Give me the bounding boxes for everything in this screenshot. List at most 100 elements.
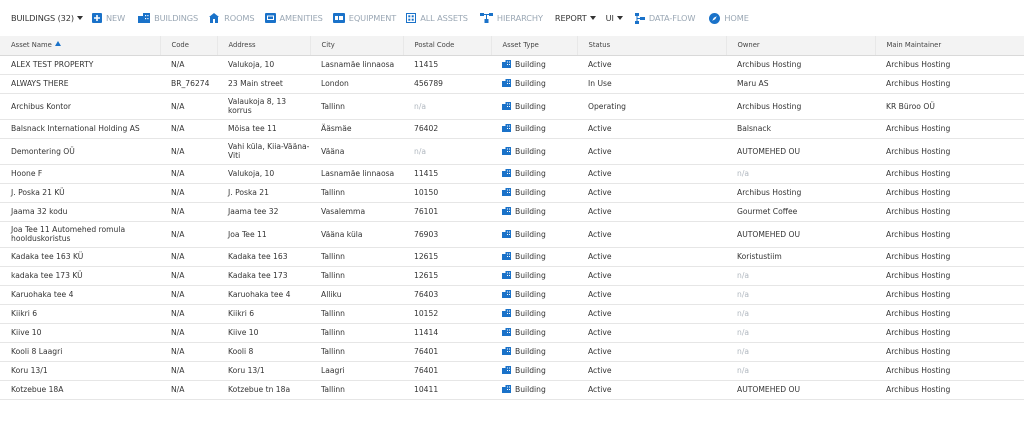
rooms-button[interactable]: ROOMS (208, 9, 255, 27)
amenities-icon (264, 13, 276, 23)
hierarchy-button[interactable]: HIERARCHY (479, 9, 543, 27)
asset-type-label: Building (515, 229, 546, 239)
cell-name: Archibus Kontor (0, 93, 160, 120)
table-row[interactable]: Balsnack International Holding AS N/A Mõis… (0, 119, 1024, 139)
new-button[interactable]: NEW (91, 9, 125, 27)
cell-postal: 10152 (403, 304, 491, 324)
cell-name: Joa Tee 11 Automehed romula hoolduskoris… (0, 221, 160, 248)
buildings-label: BUILDINGS (154, 13, 199, 23)
building-icon (502, 146, 511, 155)
cell-type: Building (491, 183, 577, 203)
cell-postal: 76401 (403, 361, 491, 381)
cell-name: Jaama 32 kodu (0, 202, 160, 222)
cell-code: N/A (160, 221, 217, 248)
table-row[interactable]: J. Poska 21 KÜ N/A J. Poska 21 Tallinn 10150… (0, 183, 1024, 203)
cell-type: Building (491, 138, 577, 165)
cell-address: Joa Tee 11 (217, 221, 310, 248)
table-row[interactable]: Kiive 10 N/A Kiive 10 Tallinn 11414 Building A… (0, 323, 1024, 343)
buildings-button[interactable]: BUILDINGS (138, 9, 198, 27)
hierarchy-icon (479, 13, 493, 23)
asset-type-label: Building (515, 60, 546, 69)
column-header-postal-code[interactable]: Postal Code (403, 36, 492, 56)
column-header-status[interactable]: Status (577, 36, 727, 56)
table-row[interactable]: Kadaka tee 163 KÜ N/A Kadaka tee 163 Tallin… (0, 247, 1024, 267)
cell-address: Valaukoja 8, 13 korrus (217, 93, 310, 120)
report-dropdown[interactable]: REPORT (555, 9, 596, 27)
table-row[interactable]: Kotzebue 18A N/A Kotzebue tn 18a Tallinn 104… (0, 380, 1024, 400)
column-header-code[interactable]: Code (160, 36, 218, 56)
cell-status: Active (577, 266, 726, 286)
cell-address: Vahi küla, Kiia-Vääna-Viti (217, 138, 310, 165)
cell-owner: Archibus Hosting (726, 183, 875, 203)
cell-maintainer: Archibus Hosting (875, 361, 1024, 381)
equipment-button[interactable]: EQUIPMENT (332, 9, 396, 27)
building-icon (502, 290, 511, 298)
column-header-address[interactable]: Address (217, 36, 311, 56)
table-row[interactable]: kadaka tee 173 KÜ N/A Kadaka tee 173 Tallin… (0, 266, 1024, 286)
home-button[interactable]: HOME (709, 9, 749, 27)
cell-address: Jaama tee 32 (217, 202, 310, 222)
building-icon (502, 385, 511, 393)
cell-code: N/A (160, 93, 217, 120)
column-header-city[interactable]: City (310, 36, 404, 56)
column-header-asset-type[interactable]: Asset Type (491, 36, 578, 56)
column-header-asset-name[interactable]: Asset Name (0, 36, 161, 56)
cell-maintainer: Archibus Hosting (875, 164, 1024, 184)
table-row[interactable]: Hoone F N/A Valukoja, 10 Lasnamäe linnaosa 1… (0, 164, 1024, 184)
all-assets-button[interactable]: ALL ASSETS (406, 9, 468, 27)
table-row[interactable]: Karuohaka tee 4 N/A Karuohaka tee 4 Alliku 7… (0, 285, 1024, 305)
plus-square-icon (91, 13, 102, 23)
cell-name: Kiive 10 (0, 323, 160, 343)
building-icon (502, 188, 511, 196)
amenities-button[interactable]: AMENITIES (264, 9, 323, 27)
cell-name: kadaka tee 173 KÜ (0, 266, 160, 286)
cell-status: In Use (577, 74, 726, 94)
table-row[interactable]: Joa Tee 11 Automehed romula hoolduskoris… (0, 221, 1024, 248)
building-icon (502, 60, 511, 68)
cell-code: N/A (160, 119, 217, 139)
cell-postal: n/a (403, 138, 491, 165)
cell-owner: n/a (726, 342, 875, 362)
table-row[interactable]: Kooli 8 Laagri N/A Kooli 8 Tallinn 76401 Buil… (0, 342, 1024, 362)
cell-maintainer: Archibus Hosting (875, 342, 1024, 362)
column-header-owner[interactable]: Owner (726, 36, 876, 56)
cell-type: Building (491, 285, 577, 305)
ui-dropdown[interactable]: UI (606, 9, 623, 27)
cell-owner: AUTOMEHED OU (726, 380, 875, 400)
room-icon (209, 13, 220, 23)
cell-city: Vasalemma (310, 202, 403, 222)
cell-postal: 76402 (403, 119, 491, 139)
sort-ascending-icon (54, 41, 61, 47)
buildings-count-dropdown[interactable]: BUILDINGS (32) (11, 9, 83, 27)
cell-city: Tallinn (310, 342, 403, 362)
equipment-icon (332, 13, 345, 23)
cell-address: 23 Main street (217, 74, 310, 94)
table-row[interactable]: Jaama 32 kodu N/A Jaama tee 32 Vasalemma 761… (0, 202, 1024, 222)
asset-type-label: Building (515, 347, 546, 356)
chevron-down-icon (76, 16, 83, 20)
cell-name: Hoone F (0, 164, 160, 184)
building-icon (502, 124, 511, 132)
column-header-main-maintainer[interactable]: Main Maintainer (875, 36, 1024, 56)
cell-status: Active (577, 361, 726, 381)
table-row[interactable]: ALEX TEST PROPERTY N/A Valukoja, 10 Lasnamä… (0, 55, 1024, 75)
rooms-label: ROOMS (224, 13, 255, 23)
asset-type-label: Building (515, 207, 546, 216)
cell-code: N/A (160, 138, 217, 165)
cell-owner: n/a (726, 323, 875, 343)
cell-postal: 76101 (403, 202, 491, 222)
cell-maintainer: Archibus Hosting (875, 183, 1024, 203)
assets-table: Asset Name Code Address City Postal Code… (0, 36, 1024, 437)
table-row[interactable]: ALWAYS THERE BR_76274 23 Main street London… (0, 74, 1024, 94)
cell-city: London (310, 74, 403, 94)
building-icon (502, 271, 511, 279)
table-row[interactable]: Koru 13/1 N/A Koru 13/1 Laagri 76401 Building… (0, 361, 1024, 381)
cell-status: Active (577, 221, 726, 248)
table-row[interactable]: Archibus Kontor N/A Valaukoja 8, 13 korrus… (0, 93, 1024, 120)
cell-status: Active (577, 304, 726, 324)
data-flow-button[interactable]: DATA-FLOW (634, 9, 695, 27)
building-icon (502, 309, 511, 317)
table-row[interactable]: Kiikri 6 N/A Kiikri 6 Tallinn 10152 Building A… (0, 304, 1024, 324)
cell-type: Building (491, 247, 577, 267)
table-row[interactable]: Demontering OÜ N/A Vahi küla, Kiia-Vääna-V… (0, 138, 1024, 165)
